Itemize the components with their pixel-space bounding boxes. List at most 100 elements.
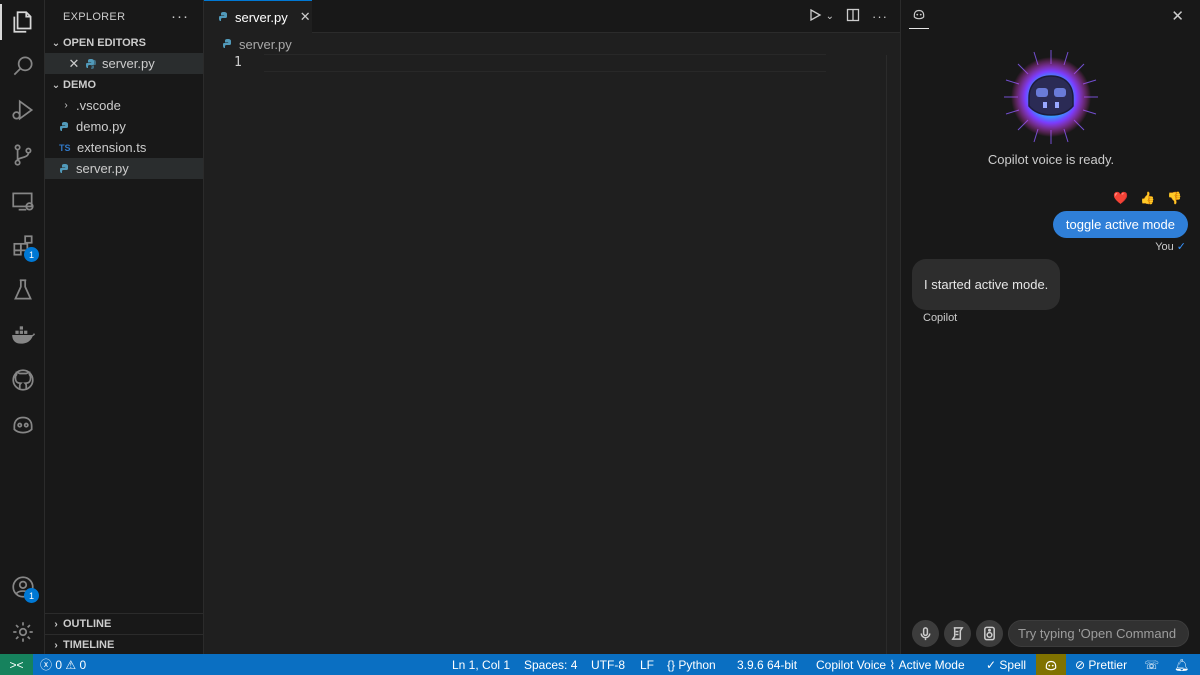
speaker-button[interactable]: [976, 620, 1003, 647]
more-actions-button[interactable]: ···: [171, 8, 189, 25]
explorer-sidebar: EXPLORER ··· ⌄ OPEN EDITORS ✕ server.py …: [45, 0, 204, 654]
chevron-down-icon: ⌄: [51, 37, 61, 49]
editor-more-actions-button[interactable]: ···: [872, 9, 888, 24]
remote-indicator-button[interactable]: ><: [0, 654, 33, 675]
testing-activity-button[interactable]: [0, 268, 45, 312]
chevron-down-icon: ⌄: [825, 11, 834, 22]
tab-close-button[interactable]: ✕: [300, 9, 311, 25]
copilot-message-bubble: I started active mode.: [912, 259, 1061, 310]
code-editor[interactable]: 1: [204, 54, 900, 615]
script-button[interactable]: [944, 620, 971, 647]
spell-button[interactable]: ✓ Spell: [986, 654, 1026, 675]
voice-ready-text: Copilot voice is ready.: [987, 152, 1115, 167]
file-item-demo-py[interactable]: demo.py: [45, 116, 203, 137]
check-icon: ✓: [986, 657, 997, 672]
heart-reaction-button[interactable]: ❤️: [1113, 191, 1128, 205]
notifications-button[interactable]: 🔔︎: [1174, 654, 1189, 675]
microphone-button[interactable]: [912, 620, 939, 647]
copilot-voice-button[interactable]: Copilot Voice ⌇ Active Mode: [816, 654, 965, 675]
source-control-icon: [14, 144, 31, 166]
warning-icon: ⚠: [65, 657, 77, 672]
ellipsis-icon: ···: [872, 9, 888, 24]
language-label: Python: [678, 657, 716, 672]
flask-icon: [13, 279, 32, 300]
accounts-activity-button[interactable]: 1: [0, 565, 45, 609]
copilot-chat-panel: ✕ Copilot voice is ready. ❤️ 👍 👎 toggle …: [900, 0, 1200, 654]
source-control-activity-button[interactable]: [0, 133, 45, 177]
feedback-icon: ☏: [1144, 657, 1160, 672]
folder-label: DEMO: [63, 79, 96, 91]
remote-explorer-icon: [11, 192, 34, 211]
run-dropdown-button[interactable]: ⌄: [826, 11, 834, 22]
open-editors-section[interactable]: ⌄ OPEN EDITORS: [45, 33, 203, 53]
chat-input[interactable]: [1008, 620, 1189, 647]
prettier-button[interactable]: ⊘ Prettier: [1075, 654, 1127, 675]
script-icon: [951, 627, 964, 640]
chevron-down-icon: ⌄: [51, 79, 61, 91]
github-activity-button[interactable]: [0, 358, 45, 402]
language-mode-button[interactable]: {} Python: [667, 654, 716, 675]
file-item-vscode[interactable]: › .vscode: [45, 95, 203, 116]
interpreter-button[interactable]: 3.9.6 64-bit: [737, 654, 797, 675]
eol-button[interactable]: LF: [640, 654, 654, 675]
encoding-button[interactable]: UTF-8: [591, 654, 625, 675]
activity-bar: 1 1: [0, 0, 45, 654]
file-item-server-py[interactable]: server.py: [45, 158, 203, 179]
file-name: demo.py: [76, 119, 126, 134]
timeline-label: TIMELINE: [63, 639, 115, 651]
remote-explorer-activity-button[interactable]: [0, 179, 45, 223]
file-item-extension-ts[interactable]: TS extension.ts: [45, 137, 203, 158]
editor-area: server.py ✕ ⌄ ··· server.py 1: [204, 0, 900, 654]
bell-icon: 🔔︎: [1174, 657, 1190, 672]
play-icon: [809, 8, 821, 22]
active-mode-label: Active Mode: [898, 657, 965, 672]
error-icon: ⓧ: [40, 658, 53, 672]
indentation-button[interactable]: Spaces: 4: [524, 654, 577, 675]
outline-section[interactable]: › OUTLINE: [45, 613, 203, 634]
close-icon[interactable]: ✕: [1171, 7, 1184, 25]
split-editor-button[interactable]: [846, 8, 860, 25]
message-reactions: ❤️ 👍 👎: [1113, 191, 1182, 205]
copilot-activity-button[interactable]: [0, 402, 45, 446]
python-file-icon: [222, 38, 234, 50]
explorer-activity-button[interactable]: [0, 0, 45, 44]
chevron-right-icon: ›: [54, 618, 58, 630]
docker-activity-button[interactable]: [0, 313, 45, 357]
extensions-activity-button[interactable]: 1: [0, 224, 45, 268]
chevron-right-icon: ›: [64, 100, 68, 111]
prettier-label: Prettier: [1088, 657, 1128, 672]
problems-button[interactable]: ⓧ 0 ⚠ 0: [40, 654, 86, 675]
run-python-button[interactable]: [808, 8, 822, 25]
split-editor-icon: [846, 8, 860, 22]
thumbs-up-reaction-button[interactable]: 👍: [1140, 191, 1155, 205]
editor-scrollbar[interactable]: [886, 55, 887, 654]
docker-icon: [11, 326, 35, 344]
thumbs-down-reaction-button[interactable]: 👎: [1167, 191, 1182, 205]
run-debug-activity-button[interactable]: [0, 88, 45, 132]
tab-server-py[interactable]: server.py ✕: [204, 0, 312, 33]
gear-icon: [12, 622, 33, 642]
speaker-icon: [984, 626, 995, 641]
chat-input-bar: [901, 620, 1200, 650]
close-icon[interactable]: ✕: [65, 56, 83, 72]
demo-folder-section[interactable]: ⌄ DEMO: [45, 75, 203, 95]
outline-label: OUTLINE: [63, 618, 112, 630]
user-message-bubble: toggle active mode: [1052, 211, 1188, 238]
file-name: extension.ts: [77, 140, 147, 155]
timeline-section[interactable]: › TIMELINE: [45, 634, 203, 655]
search-activity-button[interactable]: [0, 44, 45, 88]
read-check-icon: ✓: [1176, 241, 1186, 253]
copilot-voice-label: Copilot Voice: [816, 657, 887, 672]
feedback-button[interactable]: ☏: [1144, 654, 1159, 675]
copilot-voice-orb-icon: [1004, 50, 1098, 144]
copilot-chat-tab[interactable]: [909, 7, 929, 29]
microphone-icon: [920, 627, 931, 641]
run-debug-icon: [11, 99, 33, 121]
user-message-label: You ✓: [1155, 240, 1186, 253]
breadcrumb-file[interactable]: server.py: [239, 37, 292, 52]
manage-activity-button[interactable]: [0, 610, 45, 654]
open-editor-item[interactable]: ✕ server.py: [45, 53, 203, 74]
copilot-status-button[interactable]: [1036, 654, 1066, 675]
cursor-position-button[interactable]: Ln 1, Col 1: [452, 654, 510, 675]
spell-label: Spell: [999, 657, 1027, 672]
